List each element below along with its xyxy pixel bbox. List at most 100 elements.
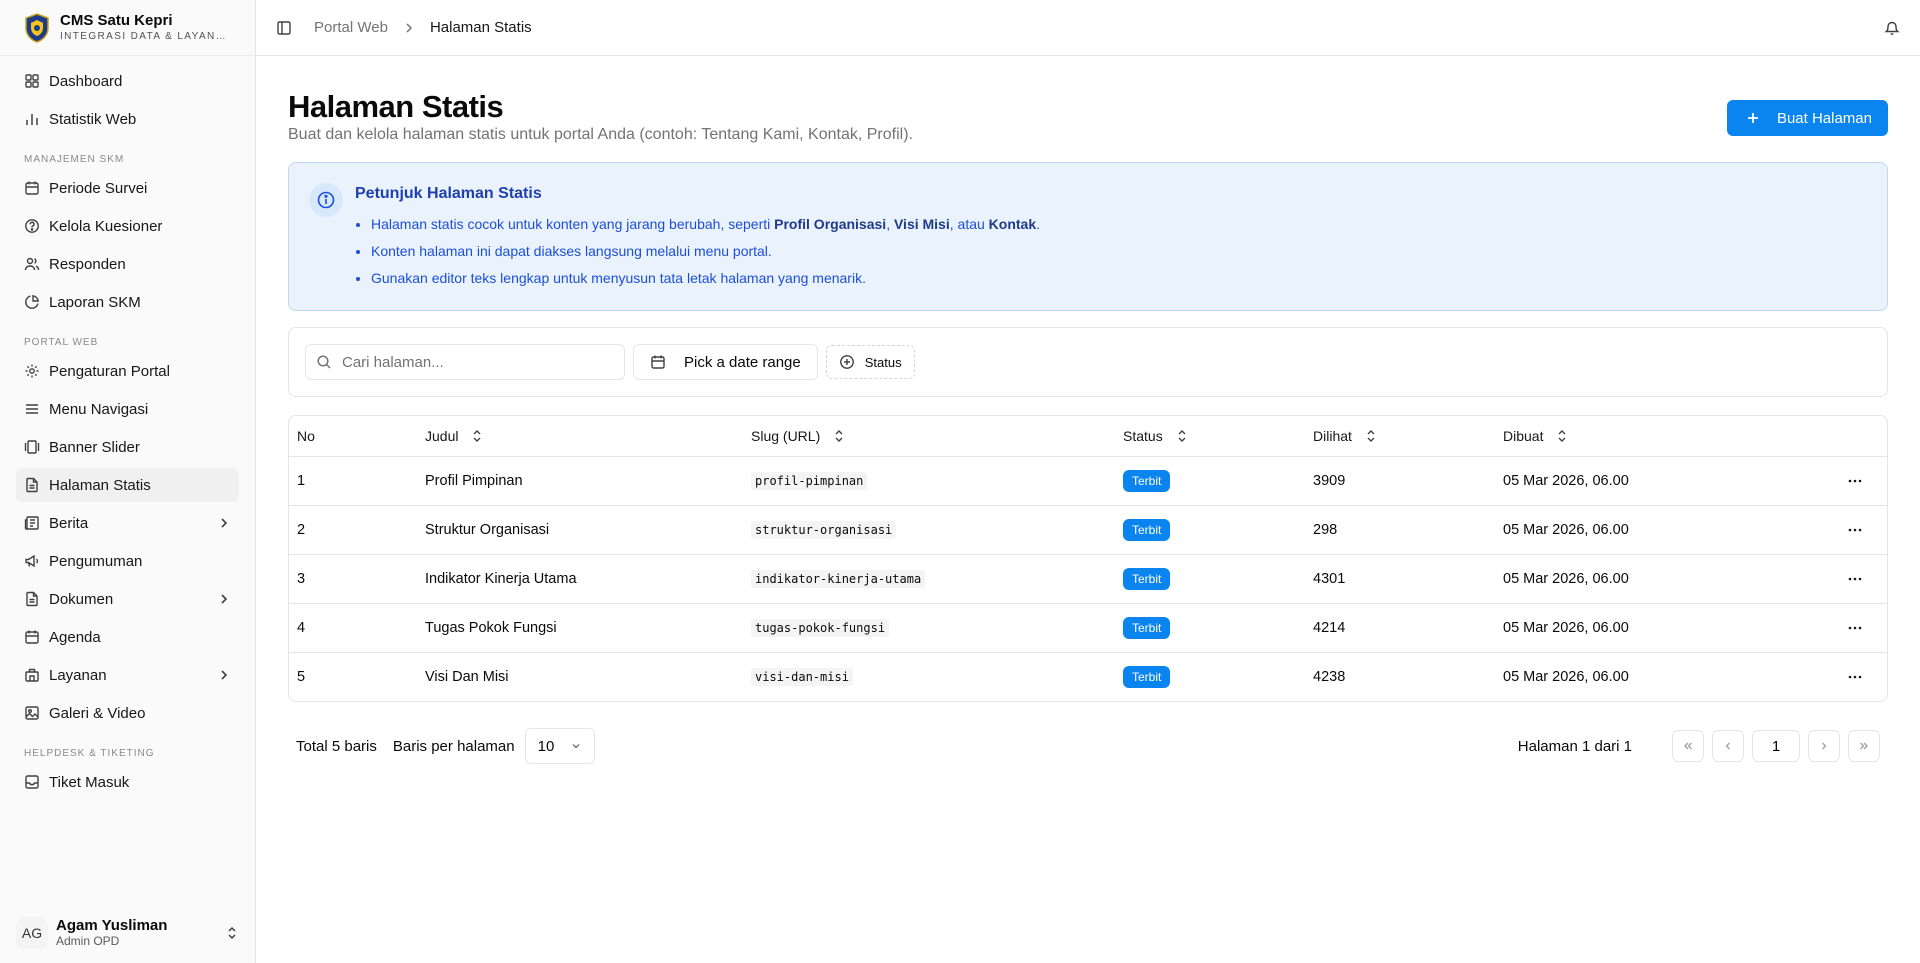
cell-dibuat: 05 Mar 2026, 06.00 <box>1495 651 1827 701</box>
calendar-icon <box>25 630 39 644</box>
more-horizontal-icon[interactable] <box>1847 669 1863 685</box>
sort-icon <box>1178 429 1186 442</box>
topbar: Portal Web Halaman Statis <box>256 0 1920 56</box>
col-dilihat[interactable]: Dilihat <box>1305 416 1495 456</box>
cell-no: 1 <box>289 455 417 505</box>
sidebar-item-agenda[interactable]: Agenda <box>16 620 239 654</box>
cell-no: 3 <box>289 553 417 603</box>
col-judul[interactable]: Judul <box>417 416 743 456</box>
sidebar-item-dokumen[interactable]: Dokumen <box>16 582 239 616</box>
info-icon <box>309 183 343 217</box>
info-item: Gunakan editor teks lengkap untuk menyus… <box>371 265 1040 292</box>
sidebar-item-label: Tiket Masuk <box>49 773 130 791</box>
cell-status: Terbit <box>1115 504 1305 554</box>
sidebar-item-galeri-video[interactable]: Galeri & Video <box>16 696 239 730</box>
sidebar-item-halaman-statis[interactable]: Halaman Statis <box>16 468 239 502</box>
sidebar-item-label: Berita <box>49 514 89 532</box>
search-input[interactable] <box>342 353 602 371</box>
sidebar-item-pengaturan-portal[interactable]: Pengaturan Portal <box>16 354 239 388</box>
sidebar-item-label: Responden <box>49 255 126 273</box>
slug-code: tugas-pokok-fungsi <box>751 618 890 637</box>
breadcrumb-parent[interactable]: Portal Web <box>314 19 388 36</box>
sidebar-item-label: Layanan <box>49 666 107 684</box>
status-badge: Terbit <box>1123 567 1171 590</box>
col-status[interactable]: Status <box>1115 416 1305 456</box>
chevron-right-icon <box>406 22 412 33</box>
sidebar-item-statistik-web[interactable]: Statistik Web <box>16 102 239 136</box>
chevron-down-icon <box>572 744 580 749</box>
sidebar-item-banner-slider[interactable]: Banner Slider <box>16 430 239 464</box>
sidebar-item-laporan-skm[interactable]: Laporan SKM <box>16 285 239 319</box>
gear-icon <box>25 364 39 378</box>
prev-page-button[interactable] <box>1712 730 1744 762</box>
page-number-input[interactable] <box>1752 730 1800 762</box>
col-dilihat-label: Dilihat <box>1313 427 1352 444</box>
brand-header[interactable]: CMS Satu Kepri INTEGRASI DATA & LAYANAN … <box>0 0 255 56</box>
cell-judul: Tugas Pokok Fungsi <box>417 602 743 652</box>
page-content: Halaman Statis Buat dan kelola halaman s… <box>256 56 1920 764</box>
cell-actions <box>1827 455 1887 505</box>
sidebar-item-label: Galeri & Video <box>49 704 146 722</box>
newspaper-icon <box>24 516 39 530</box>
info-list: Halaman statis cocok untuk konten yang j… <box>355 211 1040 292</box>
sidebar-item-layanan[interactable]: Layanan <box>16 658 239 692</box>
help-circle-icon <box>25 219 39 233</box>
cell-status: Terbit <box>1115 553 1305 603</box>
sidebar-item-label: Kelola Kuesioner <box>49 217 163 235</box>
table-header-row: No Judul Slug (URL) Status Dilihat Dibua… <box>289 416 1887 456</box>
more-horizontal-icon[interactable] <box>1847 620 1863 636</box>
chevron-left-icon <box>1725 742 1730 750</box>
sidebar-item-dashboard[interactable]: Dashboard <box>16 64 239 98</box>
bell-icon[interactable] <box>1884 20 1900 36</box>
sidebar-item-pengumuman[interactable]: Pengumuman <box>16 544 239 578</box>
sidebar-item-tiket-masuk[interactable]: Tiket Masuk <box>16 765 239 799</box>
sidebar-item-label: Halaman Statis <box>49 476 151 494</box>
create-page-button[interactable]: Buat Halaman <box>1726 100 1888 136</box>
sidebar-item-label: Pengumuman <box>49 552 143 570</box>
user-menu[interactable]: AG Agam Yusliman Admin OPD <box>0 903 256 963</box>
pie-chart-icon <box>25 294 40 309</box>
date-range-button[interactable]: Pick a date range <box>633 344 818 380</box>
more-horizontal-icon[interactable] <box>1847 473 1863 489</box>
sidebar-item-menu-navigasi[interactable]: Menu Navigasi <box>16 392 239 426</box>
more-horizontal-icon[interactable] <box>1847 571 1863 587</box>
sidebar-item-berita[interactable]: Berita <box>16 506 239 540</box>
sidebar-item-label: Menu Navigasi <box>49 400 149 418</box>
sidebar-item-responden[interactable]: Responden <box>16 247 239 281</box>
info-title: Petunjuk Halaman Statis <box>355 185 542 202</box>
building-icon <box>25 668 39 682</box>
sidebar-toggle-icon[interactable] <box>276 20 292 36</box>
col-no: No <box>289 416 417 456</box>
rows-per-page-select[interactable]: 10 <box>524 728 595 764</box>
cell-actions <box>1827 553 1887 603</box>
search-box[interactable] <box>305 344 625 380</box>
more-horizontal-icon[interactable] <box>1847 522 1863 538</box>
last-page-button[interactable] <box>1848 730 1880 762</box>
slug-code: profil-pimpinan <box>751 471 868 490</box>
status-filter-button[interactable]: Status <box>825 345 915 379</box>
page-title: Halaman Statis <box>288 89 504 124</box>
first-page-button[interactable] <box>1672 730 1704 762</box>
col-no-label: No <box>297 427 315 444</box>
gallery-icon <box>24 440 40 454</box>
chevrons-up-down-icon <box>228 926 236 940</box>
table-footer: Total 5 baris Baris per halaman 10 Halam… <box>288 728 1888 764</box>
file-icon <box>26 591 38 607</box>
next-page-button[interactable] <box>1808 730 1840 762</box>
rows-per-page-value: 10 <box>537 737 555 755</box>
main-area: Portal Web Halaman Statis Halaman Statis… <box>256 0 1920 963</box>
col-dibuat[interactable]: Dibuat <box>1495 416 1827 456</box>
chevrons-right-icon <box>1860 742 1868 750</box>
cell-actions <box>1827 602 1887 652</box>
cell-dilihat: 3909 <box>1305 455 1495 505</box>
cell-dilihat: 298 <box>1305 504 1495 554</box>
sidebar-item-periode-survei[interactable]: Periode Survei <box>16 171 239 205</box>
group-label-portal-web: PORTAL WEB <box>24 337 99 348</box>
create-page-label: Buat Halaman <box>1776 109 1872 127</box>
sidebar-item-kelola-kuesioner[interactable]: Kelola Kuesioner <box>16 209 239 243</box>
slug-code: visi-dan-misi <box>751 667 853 686</box>
table-row: 4 Tugas Pokok Fungsi tugas-pokok-fungsi … <box>289 602 1887 652</box>
sidebar-item-label: Statistik Web <box>49 110 137 128</box>
col-slug[interactable]: Slug (URL) <box>743 416 1115 456</box>
sidebar-item-label: Agenda <box>49 628 101 646</box>
